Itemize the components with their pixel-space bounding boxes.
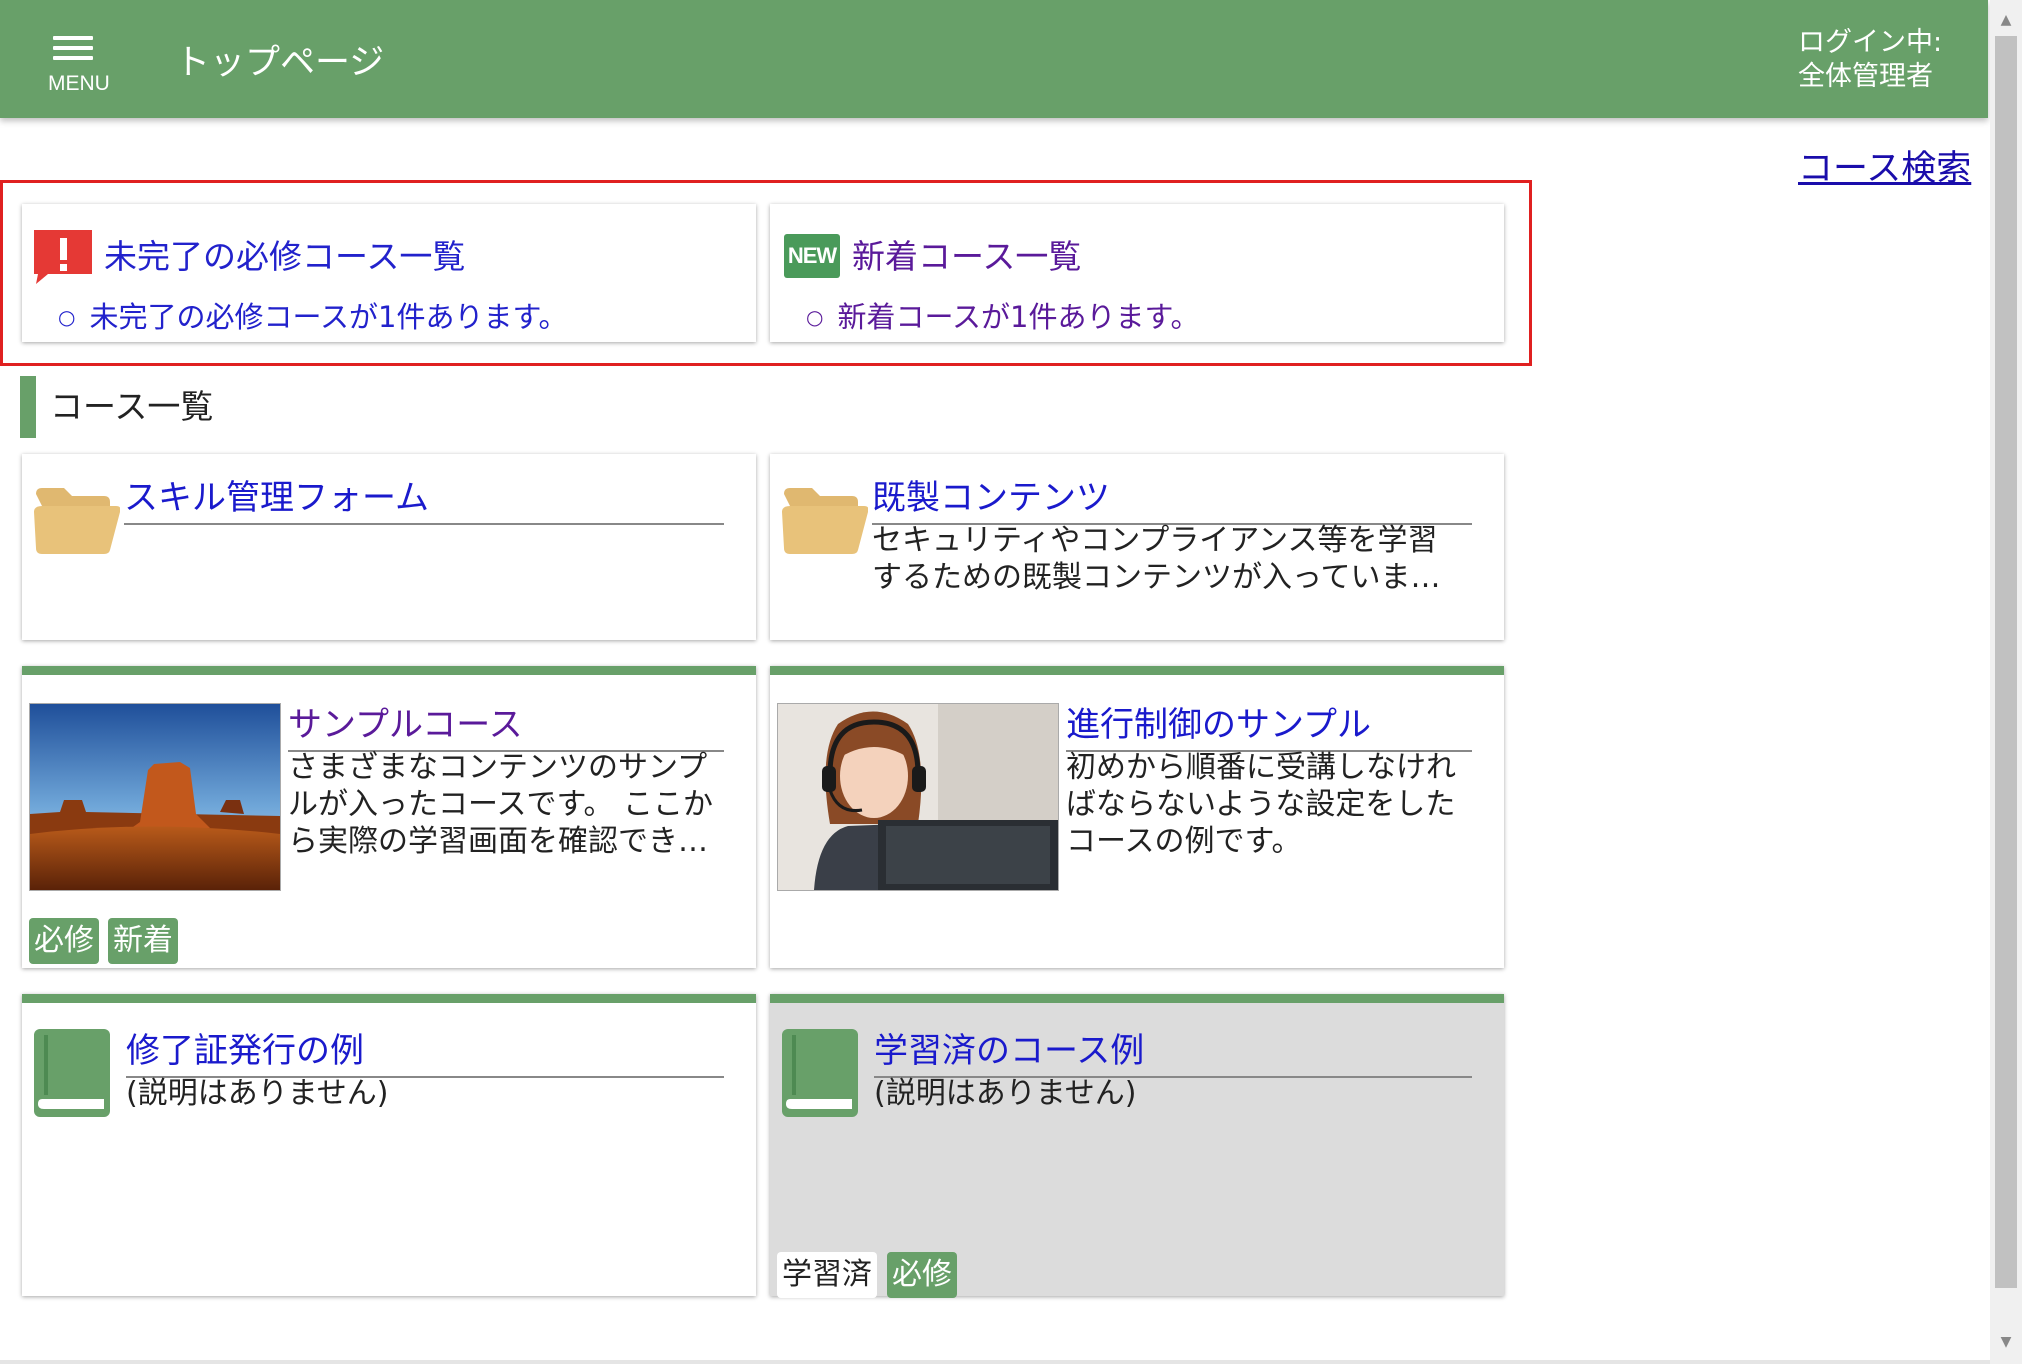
- course-card-certificate-example[interactable]: 修了証発行の例 (説明はありません): [22, 994, 756, 1296]
- course-title-link[interactable]: 修了証発行の例: [126, 1023, 724, 1078]
- course-description-line: セキュリティやコンプライアンス等を学習: [872, 523, 1438, 558]
- course-description-line: 初めから順番に受講しなけれ: [1066, 750, 1456, 785]
- hamburger-icon: [53, 36, 93, 66]
- badge-required: 必修: [29, 918, 99, 964]
- book-icon: [34, 1029, 110, 1117]
- course-title-link[interactable]: スキル管理フォーム: [124, 470, 724, 525]
- scroll-up-arrow-icon[interactable]: ▲: [1990, 6, 2022, 34]
- course-description: セキュリティやコンプライアンス等を学習 するための既製コンテンツが入っていま…: [872, 522, 1472, 596]
- folder-icon: [782, 488, 868, 554]
- required-courses-link[interactable]: 未完了の必修コース一覧: [104, 230, 465, 278]
- required-courses-notice-card: 未完了の必修コース一覧 ○ 未完了の必修コースが1件あります。: [22, 204, 756, 342]
- course-title-link[interactable]: 学習済のコース例: [874, 1023, 1472, 1078]
- new-icon: NEW: [784, 234, 840, 278]
- login-user-name: 全体管理者: [1798, 61, 1933, 92]
- course-description-line: ルが入ったコースです。 ここか: [288, 787, 714, 822]
- course-card-skill-form[interactable]: スキル管理フォーム: [22, 454, 756, 640]
- course-description-line: するための既製コンテンツが入っていま…: [872, 560, 1441, 595]
- scroll-thumb[interactable]: [1995, 36, 2017, 1288]
- bullet-icon: ○: [58, 305, 76, 329]
- course-title-link[interactable]: 進行制御のサンプル: [1066, 697, 1472, 752]
- page-title: トップページ: [175, 43, 385, 83]
- alert-icon: [34, 230, 92, 284]
- vertical-scrollbar[interactable]: ▲ ▼: [1990, 0, 2022, 1364]
- headset-woman-thumbnail: [777, 703, 1059, 891]
- login-info: ログイン中: 全体管理者: [1798, 26, 1942, 94]
- course-description: 初めから順番に受講しなけれ ばならないような設定をした コースの例です。: [1066, 749, 1486, 860]
- bullet-icon: ○: [806, 305, 824, 329]
- window-bottom-edge: [0, 1360, 1990, 1364]
- menu-label: MENU: [48, 72, 110, 95]
- course-description-line: コースの例です。: [1066, 824, 1302, 859]
- badge-required: 必修: [887, 1252, 957, 1298]
- badge-completed: 学習済: [777, 1252, 877, 1298]
- course-title-link[interactable]: サンプルコース: [288, 697, 724, 752]
- course-description: (説明はありません): [874, 1076, 1137, 1111]
- course-search-link[interactable]: コース検索: [1798, 140, 1971, 191]
- course-description-line: さまざまなコンテンツのサンプ: [288, 750, 708, 785]
- badge-new: 新着: [108, 918, 178, 964]
- course-description: (説明はありません): [126, 1076, 389, 1111]
- scroll-down-arrow-icon[interactable]: ▼: [1990, 1328, 2022, 1356]
- course-description-line: ら実際の学習画面を確認でき…: [288, 824, 708, 859]
- login-status-label: ログイン中:: [1798, 27, 1943, 58]
- course-description: さまざまなコンテンツのサンプ ルが入ったコースです。 ここか ら実際の学習画面を…: [288, 749, 728, 860]
- course-card-progress-control[interactable]: 進行制御のサンプル 初めから順番に受講しなけれ ばならないような設定をした コー…: [770, 666, 1504, 968]
- required-courses-item-text: 未完了の必修コースが1件あります。: [89, 300, 568, 334]
- new-courses-notice-card: NEW 新着コース一覧 ○ 新着コースが1件あります。: [770, 204, 1504, 342]
- top-header: MENU トップページ ログイン中: 全体管理者: [0, 0, 1988, 118]
- section-title: コース一覧: [20, 376, 213, 438]
- menu-button[interactable]: MENU: [40, 30, 115, 96]
- course-title-link[interactable]: 既製コンテンツ: [872, 470, 1472, 525]
- course-card-ready-made-contents[interactable]: 既製コンテンツ セキュリティやコンプライアンス等を学習 するための既製コンテンツ…: [770, 454, 1504, 640]
- new-courses-item-text: 新着コースが1件あります。: [837, 300, 1200, 334]
- course-card-sample-course[interactable]: サンプルコース さまざまなコンテンツのサンプ ルが入ったコースです。 ここか ら…: [22, 666, 756, 968]
- folder-icon: [34, 488, 120, 554]
- new-courses-link[interactable]: 新着コース一覧: [852, 230, 1081, 278]
- desert-thumbnail: [29, 703, 281, 891]
- book-icon: [782, 1029, 858, 1117]
- course-description-line: ばならないような設定をした: [1066, 787, 1456, 822]
- new-courses-item[interactable]: ○ 新着コースが1件あります。: [806, 294, 1200, 336]
- required-courses-item[interactable]: ○ 未完了の必修コースが1件あります。: [58, 294, 568, 336]
- course-card-completed-example[interactable]: 学習済のコース例 (説明はありません) 学習済 必修: [770, 994, 1504, 1298]
